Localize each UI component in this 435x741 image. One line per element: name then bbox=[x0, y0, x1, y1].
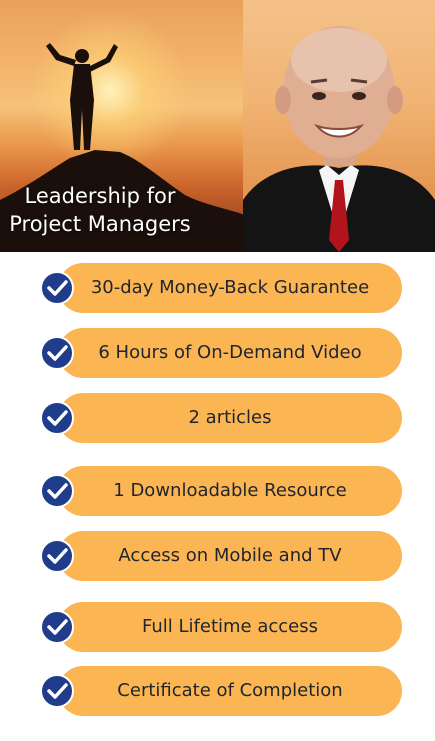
feature-label: 2 articles bbox=[188, 407, 272, 428]
feature-item-money-back: 30-day Money-Back Guarantee bbox=[40, 263, 402, 313]
course-title-line1: Leadership for bbox=[24, 184, 176, 208]
check-circle-icon bbox=[40, 539, 74, 573]
check-circle-icon bbox=[40, 674, 74, 708]
check-circle-icon bbox=[40, 401, 74, 435]
feature-item-articles: 2 articles bbox=[40, 393, 402, 443]
course-title-line2: Project Managers bbox=[9, 212, 191, 236]
feature-list: 30-day Money-Back Guarantee 6 Hours of O… bbox=[0, 252, 435, 741]
check-circle-icon bbox=[40, 271, 74, 305]
feature-item-video-hours: 6 Hours of On-Demand Video bbox=[40, 328, 402, 378]
check-circle-icon bbox=[40, 610, 74, 644]
feature-item-lifetime: Full Lifetime access bbox=[40, 602, 402, 652]
hero-banner: Leadership for Project Managers bbox=[0, 0, 435, 252]
feature-label: 1 Downloadable Resource bbox=[113, 480, 347, 501]
feature-label: 30-day Money-Back Guarantee bbox=[90, 277, 370, 298]
victory-figure-icon bbox=[46, 43, 118, 150]
check-circle-icon bbox=[40, 336, 74, 370]
feature-label: Certificate of Completion bbox=[117, 680, 343, 701]
feature-label: Full Lifetime access bbox=[142, 616, 318, 637]
feature-label: Access on Mobile and TV bbox=[118, 545, 342, 566]
feature-item-certificate: Certificate of Completion bbox=[40, 666, 402, 716]
feature-item-resource: 1 Downloadable Resource bbox=[40, 466, 402, 516]
course-title: Leadership for Project Managers bbox=[0, 182, 200, 238]
feature-label: 6 Hours of On-Demand Video bbox=[98, 342, 362, 363]
speaker-portrait bbox=[243, 0, 435, 252]
feature-item-mobile-tv: Access on Mobile and TV bbox=[40, 531, 402, 581]
check-circle-icon bbox=[40, 474, 74, 508]
